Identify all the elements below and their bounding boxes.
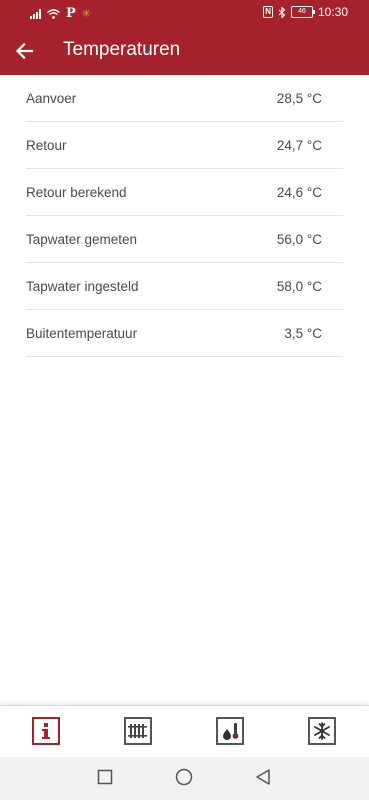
nav-water-temperature-button[interactable] [216,717,244,745]
temperature-label: Tapwater gemeten [26,231,138,247]
home-button[interactable] [175,768,193,791]
list-item: Buitentemperatuur 3,5 °C [26,310,343,357]
info-icon [42,723,50,739]
temperature-label: Aanvoer [26,90,77,106]
list-item: Retour berekend 24,6 °C [26,169,343,216]
list-item: Aanvoer 28,5 °C [26,75,343,122]
temperature-label: Tapwater ingesteld [26,278,139,294]
recents-button[interactable] [97,769,113,790]
nav-info-button[interactable] [32,717,60,745]
list-item: Tapwater gemeten 56,0 °C [26,216,343,263]
temperature-value: 28,5 °C [276,90,322,106]
notification-icon: ✳ [81,8,91,20]
arrow-left-icon [15,42,34,60]
wifi-icon [47,8,60,19]
bottom-nav [0,705,369,758]
home-icon [175,768,193,786]
radiator-icon [128,724,147,738]
temperature-value: 24,7 °C [276,137,322,153]
recents-icon [97,769,113,785]
bluetooth-icon [278,6,286,18]
temperature-value: 24,6 °C [276,184,322,200]
status-bar: P ✳ N 46 10:30 [0,0,369,26]
nav-radiator-button[interactable] [124,717,152,745]
app-bar: Temperaturen [0,26,369,75]
nav-cooling-button[interactable] [308,717,336,745]
temperature-value: 3,5 °C [284,325,322,341]
list-item: Tapwater ingesteld 58,0 °C [26,263,343,310]
snowflake-icon [314,722,330,740]
temperature-label: Retour berekend [26,184,127,200]
temperature-list: Aanvoer 28,5 °C Retour 24,7 °C Retour be… [26,75,343,357]
status-left: P ✳ [30,6,91,21]
status-right: N 46 10:30 [263,5,348,19]
clock: 10:30 [317,5,348,19]
signal-icon [30,8,41,19]
back-icon [256,769,270,785]
page-title: Temperaturen [63,39,181,60]
system-nav [0,757,369,800]
temperature-value: 56,0 °C [276,231,322,247]
system-back-button[interactable] [254,768,272,791]
temperature-value: 58,0 °C [276,278,322,294]
nfc-icon: N [263,6,273,18]
parking-icon: P [66,6,76,21]
temperature-label: Buitentemperatuur [26,325,138,341]
back-button[interactable] [12,38,38,64]
battery-icon: 46 [290,6,315,18]
temperature-label: Retour [26,137,67,153]
list-item: Retour 24,7 °C [26,122,343,169]
water-temperature-icon [223,723,239,740]
